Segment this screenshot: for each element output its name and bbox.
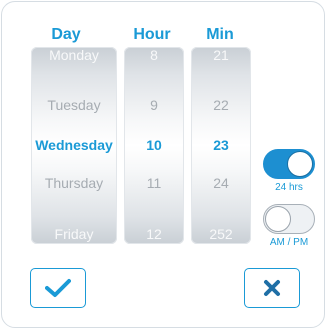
day-option[interactable]: Friday bbox=[31, 224, 117, 244]
min-option[interactable]: 24 bbox=[191, 173, 251, 193]
min-picker-wheel[interactable]: 21 22 23 24 252 bbox=[191, 47, 251, 244]
min-option[interactable]: 22 bbox=[191, 95, 251, 115]
toggle-knob bbox=[287, 151, 313, 177]
toggle-knob bbox=[265, 206, 291, 232]
24-hour-toggle[interactable] bbox=[263, 149, 315, 179]
day-option[interactable]: Tuesday bbox=[31, 95, 117, 115]
hour-picker-wheel[interactable]: 8 9 10 11 12 bbox=[124, 47, 184, 244]
close-x-icon bbox=[264, 280, 280, 296]
min-option[interactable]: 252 bbox=[191, 224, 251, 244]
24-hour-label: 24 hrs bbox=[275, 182, 303, 193]
hour-header: Hour bbox=[133, 26, 171, 43]
day-option[interactable]: Monday bbox=[31, 47, 117, 65]
cancel-button[interactable] bbox=[244, 268, 300, 308]
day-header: Day bbox=[51, 26, 81, 43]
min-option[interactable]: 21 bbox=[191, 47, 251, 65]
day-option-selected[interactable]: Wednesday bbox=[31, 135, 117, 155]
hour-option[interactable]: 12 bbox=[124, 224, 184, 244]
checkmark-icon bbox=[45, 279, 71, 297]
hour-option[interactable]: 8 bbox=[124, 47, 184, 65]
min-option-selected[interactable]: 23 bbox=[191, 135, 251, 155]
day-option[interactable]: Thursday bbox=[31, 173, 117, 193]
am-pm-toggle[interactable] bbox=[263, 204, 315, 234]
day-picker-wheel[interactable]: Monday Tuesday Wednesday Thursday Friday bbox=[31, 47, 117, 244]
am-pm-label: AM / PM bbox=[269, 237, 309, 248]
hour-option-selected[interactable]: 10 bbox=[124, 135, 184, 155]
confirm-button[interactable] bbox=[30, 268, 86, 308]
min-header: Min bbox=[206, 26, 234, 43]
hour-option[interactable]: 9 bbox=[124, 95, 184, 115]
hour-option[interactable]: 11 bbox=[124, 173, 184, 193]
